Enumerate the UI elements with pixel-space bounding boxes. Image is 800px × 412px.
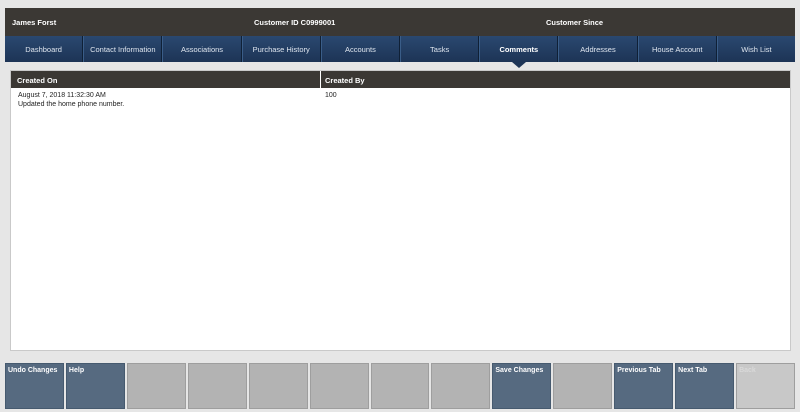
tab-dashboard[interactable]: Dashboard (5, 36, 84, 62)
tab-label: Tasks (430, 44, 450, 54)
tab-label: Contact Information (90, 44, 156, 54)
tab-label: Addresses (580, 44, 616, 54)
customer-name: James Forst (12, 18, 57, 27)
undo-changes-button[interactable]: Undo Changes (5, 363, 64, 409)
empty-button-slot (126, 363, 186, 409)
empty-button-slot (370, 363, 430, 409)
tab-accounts[interactable]: Accounts (320, 36, 401, 62)
empty-button-slot (431, 363, 491, 409)
table-header: Created On Created By (11, 71, 790, 88)
table-row[interactable]: August 7, 2018 11:32:30 AM Updated the h… (11, 88, 790, 112)
tab-purchase-history[interactable]: Purchase History (241, 36, 321, 62)
empty-button-slot (248, 363, 308, 409)
comment-created-by: 100 (325, 92, 337, 99)
next-tab-button[interactable]: Next Tab (675, 363, 735, 409)
empty-button-slot (309, 363, 369, 409)
tab-comments[interactable]: Comments (479, 36, 559, 68)
help-button[interactable]: Help (65, 363, 125, 409)
tab-tasks[interactable]: Tasks (400, 36, 480, 62)
tab-label: House Account (652, 44, 703, 54)
tab-label: Purchase History (252, 44, 310, 54)
column-header-created-by: Created By (325, 76, 365, 85)
customer-id: Customer ID C0999001 (254, 18, 336, 27)
tab-label: Accounts (344, 44, 376, 54)
back-button[interactable]: Back (736, 363, 795, 409)
column-header-created-on: Created On (17, 76, 58, 85)
comment-date: August 7, 2018 11:32:30 AM (18, 92, 106, 99)
tab-house-account[interactable]: House Account (637, 36, 717, 62)
save-changes-button[interactable]: Save Changes (492, 363, 552, 409)
button-bar: Undo Changes Help Save Changes Previous … (5, 363, 795, 409)
empty-button-slot (553, 363, 613, 409)
customer-since: Customer Since (546, 18, 604, 27)
customer-header: James Forst Customer ID C0999001 Custome… (5, 8, 795, 36)
empty-button-slot (187, 363, 247, 409)
tab-associations[interactable]: Associations (162, 36, 242, 62)
tab-label: Comments (499, 44, 539, 54)
tab-addresses[interactable]: Addresses (558, 36, 638, 62)
tab-label: Dashboard (25, 44, 62, 54)
active-tab-caret-icon (511, 62, 526, 68)
previous-tab-button[interactable]: Previous Tab (614, 363, 674, 409)
comment-text: Updated the home phone number. (18, 101, 125, 108)
tab-bar: Dashboard Contact Information Associatio… (5, 36, 795, 68)
comments-panel: Created On Created By August 7, 2018 11:… (10, 70, 791, 351)
tab-wish-list[interactable]: Wish List (716, 36, 795, 62)
tab-label: Associations (180, 44, 224, 54)
tab-contact-information[interactable]: Contact Information (83, 36, 163, 62)
column-divider (320, 71, 321, 88)
tab-label: Wish List (741, 44, 772, 54)
